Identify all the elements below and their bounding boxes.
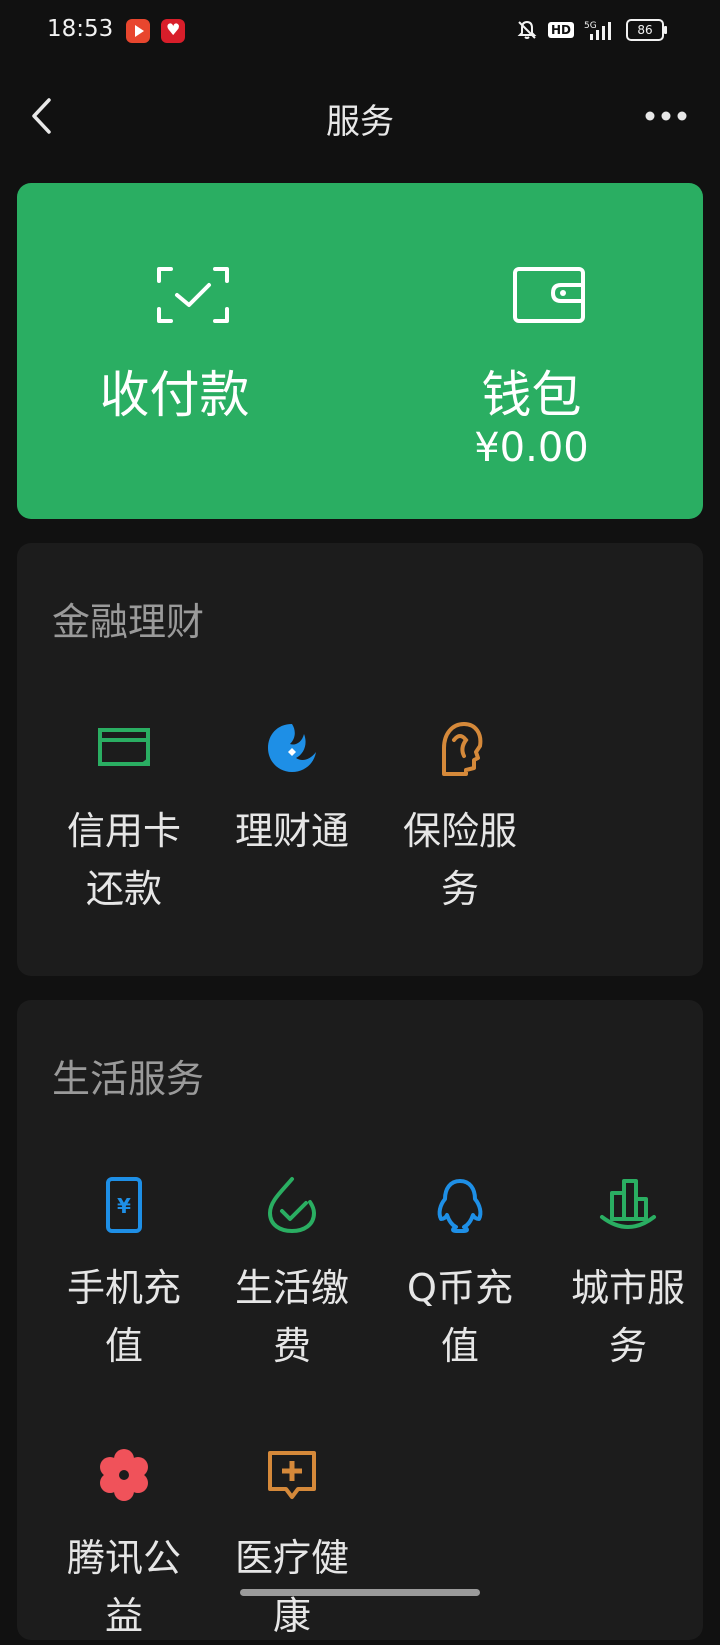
pay-receive-button[interactable]: 收付款 (17, 183, 360, 519)
life-services-section: 生活服务 ¥ 手机充 值 生活缴 费 Q币充 值 城市服 务 腾讯公 益 医疗健… (17, 1000, 703, 1640)
medical-cross-icon (268, 1451, 316, 1499)
hd-badge: HD (547, 22, 574, 38)
grid-label: Q币充 值 (407, 1266, 513, 1368)
status-time: 18:53 (47, 16, 114, 42)
pay-wallet-card: 收付款 钱包 ¥0.00 (17, 183, 703, 519)
wallet-icon (513, 267, 585, 323)
grid-label: 保险服 务 (402, 809, 517, 911)
wallet-label: 钱包 (481, 366, 582, 424)
grid-label: 信用卡 还款 (66, 809, 181, 911)
heart-app-icon (161, 19, 185, 43)
signal-5g-icon: 5G (584, 21, 611, 40)
wallet-button[interactable]: 钱包 ¥0.00 (360, 183, 703, 519)
pay-receive-label: 收付款 (99, 366, 250, 424)
wallet-balance: ¥0.00 (474, 425, 589, 471)
charity-flower-icon (100, 1449, 148, 1501)
nav-bar: 服务 (0, 70, 720, 162)
more-options-icon[interactable] (640, 98, 692, 134)
svg-text:¥: ¥ (117, 1194, 131, 1218)
grid-label: 城市服 务 (570, 1266, 685, 1368)
phone-recharge-icon: ¥ (106, 1177, 142, 1233)
status-indicators: HD 5G 86 (516, 18, 667, 42)
page-title: 服务 (326, 102, 394, 142)
city-building-icon (600, 1179, 656, 1229)
battery-indicator: 86 (626, 19, 667, 41)
mute-bell-icon (517, 20, 537, 39)
grid-label: 理财通 (234, 809, 349, 853)
grid-label: 腾讯公 益 (66, 1536, 181, 1638)
grid-label: 医疗健 康 (234, 1536, 349, 1638)
grid-label: 手机充 值 (66, 1266, 181, 1368)
licaitong-icon (268, 724, 316, 772)
section-title-finance: 金融理财 (52, 600, 205, 644)
video-app-icon (126, 19, 150, 43)
section-title-life: 生活服务 (52, 1057, 205, 1101)
gesture-nav-bar[interactable] (240, 1589, 480, 1596)
qq-penguin-icon (437, 1179, 483, 1233)
grid-label: 生活缴 费 (234, 1266, 349, 1368)
status-bar: 18:53 HD 5G 86 (0, 0, 720, 64)
scan-check-icon (157, 267, 229, 323)
insurance-icon (442, 722, 483, 776)
utility-bill-icon (267, 1177, 317, 1234)
finance-section: 金融理财 信用卡 还款 理财通 保险服 务 (17, 543, 703, 976)
svg-text:5G: 5G (584, 21, 597, 31)
credit-card-icon (98, 728, 150, 766)
